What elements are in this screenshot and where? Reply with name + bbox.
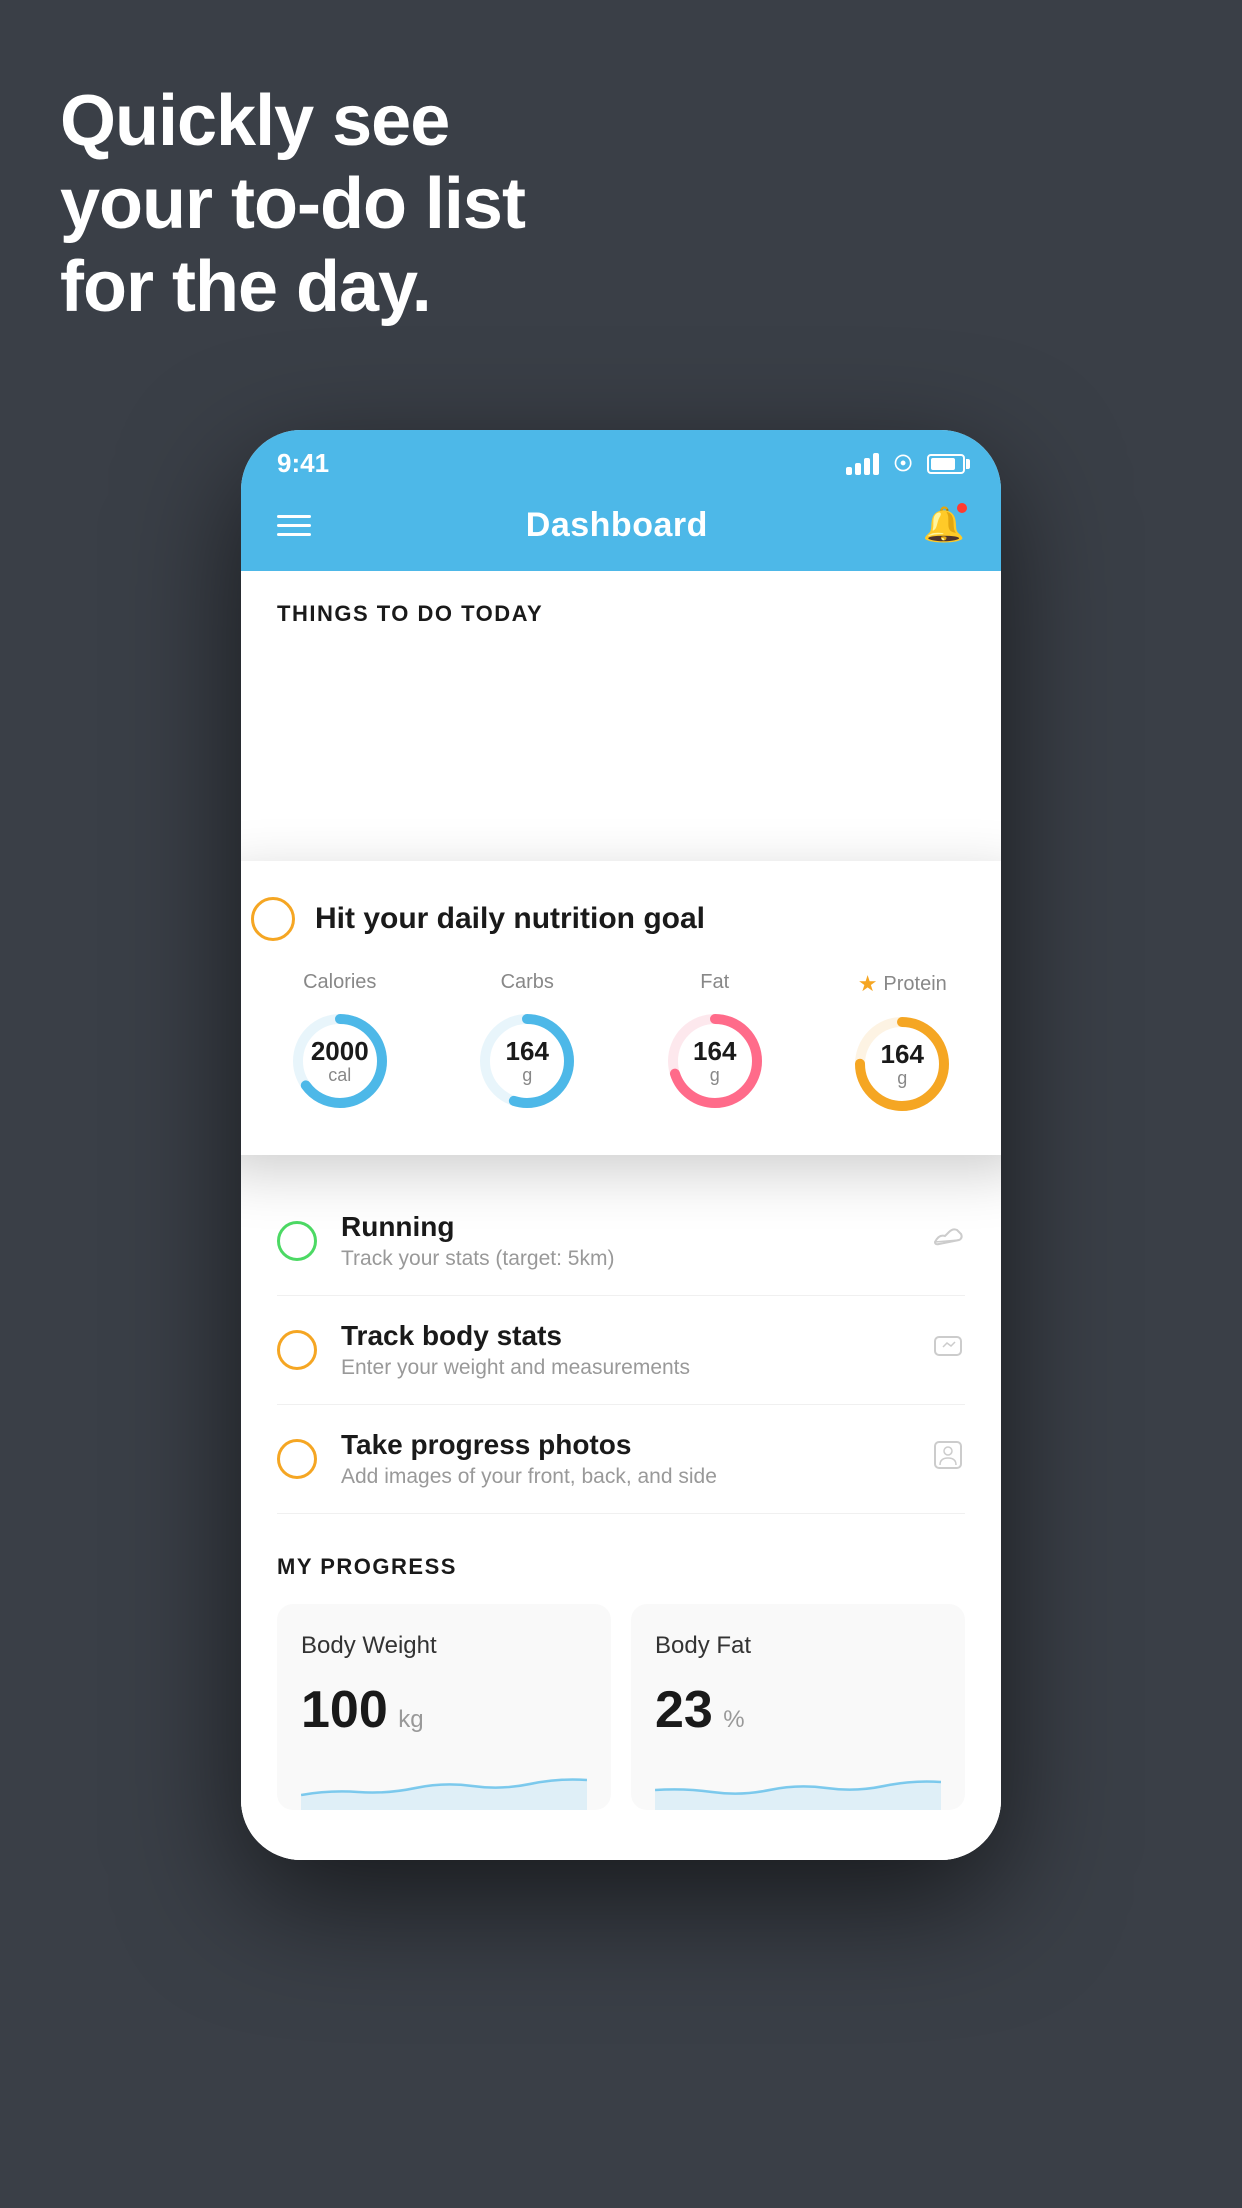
things-section-title: THINGS TO DO TODAY [241,601,1001,647]
fat-donut: 164 g [660,1006,770,1116]
notification-badge [955,501,969,515]
body-fat-value: 23 % [655,1680,941,1740]
body-weight-number: 100 [301,1681,388,1739]
carbs-donut: 164 g [472,1006,582,1116]
calories-label: Calories [303,971,376,994]
body-weight-card-title: Body Weight [301,1632,587,1660]
photos-subtitle: Add images of your front, back, and side [341,1465,907,1489]
carbs-item: Carbs 164 g [472,971,582,1119]
photos-title: Take progress photos [341,1429,907,1461]
fat-label: Fat [700,971,729,994]
nutrition-checkbox[interactable] [251,897,295,941]
protein-donut: 164 g [847,1009,957,1119]
body-stats-subtitle: Enter your weight and measurements [341,1356,907,1380]
signal-icon [846,453,879,475]
nutrition-grid: Calories 2000 cal [251,971,991,1119]
body-stats-checkbox[interactable] [277,1330,317,1370]
running-title: Running [341,1211,907,1243]
running-subtitle: Track your stats (target: 5km) [341,1247,907,1271]
person-icon [931,1438,965,1480]
body-stats-text: Track body stats Enter your weight and m… [341,1320,907,1380]
body-weight-chart [301,1760,587,1810]
progress-section: MY PROGRESS Body Weight 100 kg [241,1514,1001,1810]
body-fat-chart [655,1760,941,1810]
body-fat-card[interactable]: Body Fat 23 % [631,1604,965,1810]
battery-icon [927,454,965,474]
status-icons: ☉ [846,451,965,477]
photos-checkbox[interactable] [277,1439,317,1479]
time-display: 9:41 [277,448,329,479]
running-text: Running Track your stats (target: 5km) [341,1211,907,1271]
status-bar: 9:41 ☉ [241,430,1001,489]
protein-label: ★ Protein [858,971,947,997]
todo-item-photos[interactable]: Take progress photos Add images of your … [277,1405,965,1514]
protein-item: ★ Protein 164 g [847,971,957,1119]
todo-list: Running Track your stats (target: 5km) [241,1187,1001,1514]
body-fat-card-title: Body Fat [655,1632,941,1660]
fat-item: Fat 164 g [660,971,770,1119]
progress-cards: Body Weight 100 kg [277,1604,965,1810]
body-fat-number: 23 [655,1681,713,1739]
shoe-icon [931,1220,965,1262]
phone-mockup: 9:41 ☉ Dashboard 🔔 [241,430,1001,1860]
nutrition-card-title: Hit your daily nutrition goal [315,902,705,936]
phone-screen: 9:41 ☉ Dashboard 🔔 [241,430,1001,1860]
calories-donut: 2000 cal [285,1006,395,1116]
body-fat-unit: % [723,1706,744,1733]
body-weight-value: 100 kg [301,1680,587,1740]
nav-title: Dashboard [526,506,708,545]
wifi-icon: ☉ [893,451,913,477]
todo-item-running[interactable]: Running Track your stats (target: 5km) [277,1187,965,1296]
progress-section-title: MY PROGRESS [277,1554,965,1580]
photos-text: Take progress photos Add images of your … [341,1429,907,1489]
scale-icon [931,1329,965,1371]
notification-button[interactable]: 🔔 [923,505,965,545]
todo-item-body-stats[interactable]: Track body stats Enter your weight and m… [277,1296,965,1405]
content-area: THINGS TO DO TODAY Hit your daily nutrit… [241,571,1001,1860]
body-stats-title: Track body stats [341,1320,907,1352]
body-weight-unit: kg [398,1706,423,1733]
nav-bar: Dashboard 🔔 [241,489,1001,571]
star-icon: ★ [858,971,878,997]
body-weight-card[interactable]: Body Weight 100 kg [277,1604,611,1810]
calories-item: Calories 2000 cal [285,971,395,1119]
headline: Quickly see your to-do list for the day. [60,80,525,328]
carbs-label: Carbs [501,971,554,994]
menu-button[interactable] [277,515,311,536]
card-header: Hit your daily nutrition goal [251,897,991,941]
nutrition-card: Hit your daily nutrition goal Calories [241,861,1001,1155]
running-checkbox[interactable] [277,1221,317,1261]
